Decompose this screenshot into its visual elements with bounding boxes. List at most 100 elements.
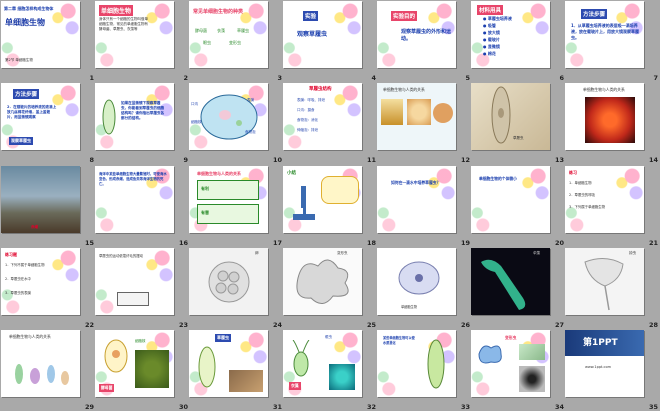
slide-33[interactable]: 某些单细胞生物可以使水质恶化 <box>377 330 456 397</box>
slide-thumbnail-13[interactable]: 草履虫 13 <box>471 83 565 164</box>
slide-thumbnail-23[interactable]: 草履虫的运动依靠纤毛的摆动 23 <box>95 248 189 329</box>
slide-number-24: 24 <box>272 321 282 329</box>
slide-1[interactable]: 第二章 细胞怎样构成生物体 单细胞生物 第2节 单细胞生物 <box>1 1 80 68</box>
slide-3[interactable]: 常见单细胞生物的种类 酵母菌 衣藻 草履虫 眼虫 变形虫 <box>189 1 268 68</box>
slide-7[interactable]: 方法步骤 1．从草履虫培养液的表层吸一滴培养液，放在载玻片上，用放大镜观察草履虫… <box>565 1 644 68</box>
slide-16-body: 海洋中某些单细胞生物大量繁殖时，可使海水变色，形成赤潮，造成鱼类等海洋生物的死亡… <box>99 172 167 186</box>
slide-2[interactable]: 单细胞生物 身体只有一个细胞的生物叫做单细胞生物，常见的单细胞生物有酵母菌、草履… <box>95 1 174 68</box>
slide-thumbnail-4[interactable]: 实验 观察草履虫 4 <box>283 1 377 82</box>
acetabularia-photo <box>481 259 526 310</box>
slide-6-item-6: ● 棉花 <box>483 51 496 56</box>
slide-5[interactable]: 实验目的 观察草履虫的外形和运动。 <box>377 1 456 68</box>
slide-15[interactable]: 赤潮 <box>1 166 80 233</box>
slide-thumbnail-18[interactable]: 小结 18 <box>283 166 377 247</box>
slide-thumbnail-34[interactable]: 变形虫 34 <box>471 330 565 411</box>
slide-thumbnail-5[interactable]: 实验目的 观察草履虫的外形和运动。 5 <box>377 1 471 82</box>
slide-31-a: 草履虫 <box>215 334 231 342</box>
amoeba-photo <box>296 259 349 304</box>
slide-19[interactable]: 如何在一滴水中培养草履虫？ <box>377 166 456 233</box>
yeast-cell-diagram <box>104 339 128 373</box>
beer-image <box>381 99 403 125</box>
slide-6-item-5: ● 显微镜 <box>483 44 500 49</box>
slide-10-l3: 细胞核 <box>191 120 202 124</box>
slide-35-sub: www.1ppt.com <box>585 365 612 369</box>
slide-12[interactable]: 单细胞生物与人类的关系 <box>377 83 456 150</box>
slide-thumbnail-10[interactable]: 口沟 细胞核 表膜 食物泡 10 <box>189 83 283 164</box>
slide-34-a: 变形虫 <box>505 335 517 340</box>
slide-13[interactable]: 草履虫 <box>471 83 550 150</box>
slide-thumbnail-19[interactable]: 如何在一滴水中培养草履虫？ 19 <box>377 166 471 247</box>
slide-thumbnail-35[interactable]: 第1PPT www.1ppt.com 35 <box>565 330 659 411</box>
slide-24[interactable]: 卵 <box>189 248 268 315</box>
slide-thumbnail-7[interactable]: 方法步骤 1．从草履虫培养液的表层吸一滴培养液，放在载玻片上，用放大镜观察草履虫… <box>565 1 659 82</box>
slide-9-body: 如果在显微镜下观察草履虫，你能看到草履虫的细胞结构吗？请你指出草履虫各部分的结构… <box>121 101 165 120</box>
slide-14[interactable]: 单细胞生物与人类的关系 <box>565 83 644 150</box>
slide-thumbnail-11[interactable]: 草履虫结构 表膜：呼吸、排泄 口沟：摄食 食物泡：消化 伸缩泡：排泄 11 <box>283 83 377 164</box>
slide-34[interactable]: 变形虫 <box>471 330 550 397</box>
slide-thumbnail-25[interactable]: 变形虫 25 <box>283 248 377 329</box>
slide-28[interactable]: 钟虫 <box>565 248 644 315</box>
slide-9[interactable]: 如果在显微镜下观察草履虫，你能看到草履虫的细胞结构吗？请你指出草履虫各部分的结构… <box>95 83 174 150</box>
slide-10-l4: 食物泡 <box>245 130 256 134</box>
slide-4[interactable]: 实验 观察草履虫 <box>283 1 362 68</box>
slide-thumbnail-30[interactable]: 酵母菌 细胞核 30 <box>95 330 189 411</box>
slide-thumbnail-29[interactable]: 单细胞生物与人类的关系 29 <box>1 330 95 411</box>
slide-thumbnail-2[interactable]: 单细胞生物 身体只有一个细胞的生物叫做单细胞生物，常见的单细胞生物有酵母菌、草履… <box>95 1 189 82</box>
slide-thumbnail-21[interactable]: 练习 1．单细胞生物 2．草履虫的呼吸 3．下列属于单细胞生物 21 <box>565 166 659 247</box>
slide-thumbnail-32[interactable]: 衣藻 眼虫 32 <box>283 330 377 411</box>
slide-20-title: 单细胞生物的个体微小 <box>479 176 517 181</box>
yeast-photo <box>135 350 169 388</box>
paramecium-photo-2 <box>229 370 263 392</box>
slide-thumbnail-6[interactable]: 材料用具 ● 草履虫培养液 ● 吸管 ● 放大镜 ● 载玻片 ● 显微镜 ● 棉… <box>471 1 565 82</box>
slide-thumbnail-22[interactable]: 练习题 1．下列不属于单细胞生物 2．草履虫在水中 3．草履虫的表膜 22 <box>1 248 95 329</box>
slide-16[interactable]: 海洋中某些单细胞生物大量繁殖时，可使海水变色，形成赤潮，造成鱼类等海洋生物的死亡… <box>95 166 174 233</box>
slide-17[interactable]: 单细胞生物与人类的关系 有利 有害 <box>189 166 268 233</box>
slide-thumbnail-28[interactable]: 钟虫 28 <box>565 248 659 329</box>
slide-4-box: 实验 <box>303 11 319 21</box>
slide-thumbnail-17[interactable]: 单细胞生物与人类的关系 有利 有害 17 <box>189 166 283 247</box>
slide-6[interactable]: 材料用具 ● 草履虫培养液 ● 吸管 ● 放大镜 ● 载玻片 ● 显微镜 ● 棉… <box>471 1 550 68</box>
slide-thumbnail-3[interactable]: 常见单细胞生物的种类 酵母菌 衣藻 草履虫 眼虫 变形虫 3 <box>189 1 283 82</box>
slide-number-23: 23 <box>178 321 188 329</box>
slide-23[interactable]: 草履虫的运动依靠纤毛的摆动 <box>95 248 174 315</box>
slide-22[interactable]: 练习题 1．下列不属于单细胞生物 2．草履虫在水中 3．草履虫的表膜 <box>1 248 80 315</box>
slide-number-5: 5 <box>465 74 470 82</box>
slide-29[interactable]: 单细胞生物与人类的关系 <box>1 330 80 397</box>
slide-11[interactable]: 草履虫结构 表膜：呼吸、排泄 口沟：摄食 食物泡：消化 伸缩泡：排泄 <box>283 83 362 150</box>
slide-8[interactable]: 方法步骤 2．在载玻片的培养液的液滴上放几丝棉花纤维，盖上盖玻片，用显微镜观察 … <box>1 83 80 150</box>
slide-thumbnail-27[interactable]: 伞藻 27 <box>471 248 565 329</box>
slide-20[interactable]: 单细胞生物的个体微小 <box>471 166 550 233</box>
slide-thumbnail-12[interactable]: 单细胞生物与人类的关系 12 <box>377 83 471 164</box>
slide-thumbnail-9[interactable]: 如果在显微镜下观察草履虫，你能看到草履虫的细胞结构吗？请你指出草履虫各部分的结构… <box>95 83 189 164</box>
slide-thumbnail-16[interactable]: 海洋中某些单细胞生物大量繁殖时，可使海水变色，形成赤潮，造成鱼类等海洋生物的死亡… <box>95 166 189 247</box>
slide-18[interactable]: 小结 <box>283 166 362 233</box>
slide-11-row-1: 表膜：呼吸、排泄 <box>297 98 325 102</box>
slide-number-10: 10 <box>272 156 282 164</box>
slide-25-label: 变形虫 <box>337 251 348 255</box>
diagram-box <box>117 292 149 306</box>
slide-10[interactable]: 口沟 细胞核 表膜 食物泡 <box>189 83 268 150</box>
slide-30[interactable]: 酵母菌 细胞核 <box>95 330 174 397</box>
slide-32[interactable]: 衣藻 眼虫 <box>283 330 362 397</box>
slide-35[interactable]: 第1PPT www.1ppt.com <box>565 330 644 397</box>
amoeba-photo-2 <box>519 344 545 360</box>
slide-thumbnail-14[interactable]: 单细胞生物与人类的关系 14 <box>565 83 659 164</box>
microscope-icon <box>293 186 315 220</box>
chlamydomonas-diagram <box>292 340 310 377</box>
slide-thumbnail-20[interactable]: 单细胞生物的个体微小 20 <box>471 166 565 247</box>
slide-31[interactable]: 草履虫 <box>189 330 268 397</box>
slide-thumbnail-1[interactable]: 第二章 细胞怎样构成生物体 单细胞生物 第2节 单细胞生物 1 <box>1 1 95 82</box>
yeast-image <box>433 103 453 123</box>
slide-thumbnail-15[interactable]: 赤潮 15 <box>1 166 95 247</box>
slide-thumbnail-31[interactable]: 草履虫 31 <box>189 330 283 411</box>
slide-21[interactable]: 练习 1．单细胞生物 2．草履虫的呼吸 3．下列属于单细胞生物 <box>565 166 644 233</box>
slide-thumbnail-8[interactable]: 方法步骤 2．在载玻片的培养液的液滴上放几丝棉花纤维，盖上盖玻片，用显微镜观察 … <box>1 83 95 164</box>
slide-26[interactable]: 单细胞生物 <box>377 248 456 315</box>
slide-27[interactable]: 伞藻 <box>471 248 550 315</box>
slide-25[interactable]: 变形虫 <box>283 248 362 315</box>
slide-thumbnail-26[interactable]: 单细胞生物 26 <box>377 248 471 329</box>
amoeba-diagram <box>478 345 502 364</box>
slide-thumbnail-33[interactable]: 某些单细胞生物可以使水质恶化 33 <box>377 330 471 411</box>
slide-thumbnail-24[interactable]: 卵 24 <box>189 248 283 329</box>
slide-number-20: 20 <box>554 239 564 247</box>
